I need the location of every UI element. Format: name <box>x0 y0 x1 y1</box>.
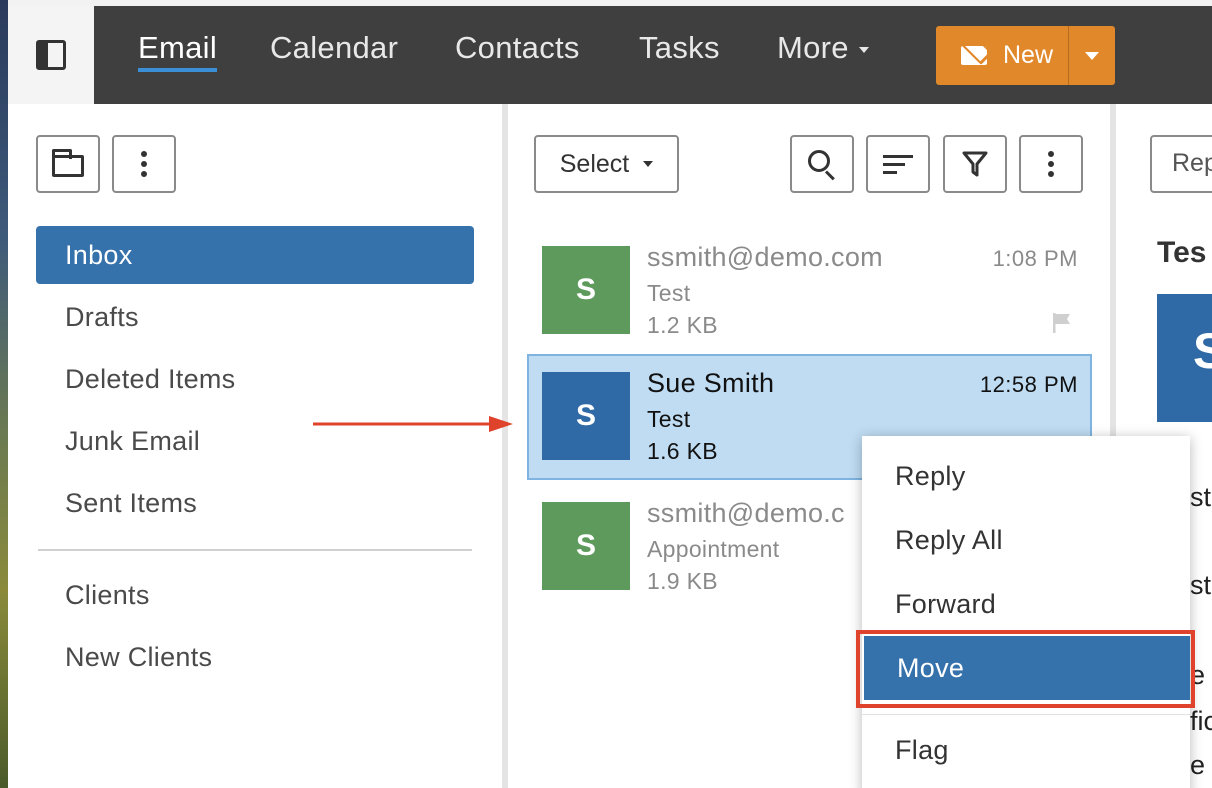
reading-pane-text: st <box>1190 482 1212 512</box>
context-menu-forward[interactable]: Forward <box>862 572 1190 636</box>
filter-button[interactable] <box>943 135 1007 193</box>
search-icon <box>808 150 830 172</box>
envelope-icon <box>961 46 987 65</box>
search-button[interactable] <box>790 135 854 193</box>
sidebar-toggle-icon <box>36 40 66 70</box>
nav-tab-more[interactable]: More <box>777 30 869 66</box>
filter-icon <box>962 150 988 178</box>
message-size: 1.6 KB <box>647 438 718 464</box>
folder-icon <box>52 149 84 177</box>
new-options-dropdown[interactable] <box>1069 51 1115 60</box>
folder-button[interactable] <box>36 135 100 193</box>
folder-drafts[interactable]: Drafts <box>36 288 474 346</box>
nav-tab-tasks[interactable]: Tasks <box>639 30 720 66</box>
flag-icon[interactable] <box>1052 312 1072 334</box>
folder-sent-items[interactable]: Sent Items <box>36 474 474 532</box>
chevron-down-icon <box>1085 51 1099 60</box>
context-menu: Reply Reply All Forward Move Flag <box>862 436 1190 788</box>
sidebar-toggle-button[interactable] <box>8 6 94 104</box>
nav-more-label: More <box>777 30 849 65</box>
context-menu-flag[interactable]: Flag <box>862 718 1190 782</box>
message-from: Sue Smith <box>647 368 775 398</box>
annotation-arrow-icon <box>313 416 513 432</box>
chevron-down-icon <box>858 46 869 53</box>
reading-pane-avatar: S <box>1157 294 1212 422</box>
nav-tab-calendar[interactable]: Calendar <box>270 30 398 66</box>
avatar: S <box>542 502 630 590</box>
more-vertical-icon <box>1048 151 1054 177</box>
annotation-highlight-box <box>856 630 1195 708</box>
avatar: S <box>542 372 630 460</box>
list-more-button[interactable] <box>1019 135 1083 193</box>
message-from: ssmith@demo.c <box>647 498 845 528</box>
reply-button[interactable]: Rep <box>1150 135 1212 193</box>
select-label: Select <box>559 149 630 178</box>
folder-new-clients[interactable]: New Clients <box>36 628 474 686</box>
message-row[interactable]: S ssmith@demo.com Test 1.2 KB 1:08 PM <box>527 228 1092 354</box>
folder-inbox[interactable]: Inbox <box>36 226 474 284</box>
chevron-down-icon <box>643 161 654 167</box>
more-vertical-icon <box>141 151 147 177</box>
folder-divider <box>38 549 472 551</box>
context-menu-reply-all[interactable]: Reply All <box>862 508 1190 572</box>
message-subject: Test <box>647 406 691 432</box>
message-size: 1.9 KB <box>647 568 718 594</box>
message-subject: Appointment <box>647 536 780 562</box>
reading-pane-text: e <box>1190 750 1206 780</box>
message-from: ssmith@demo.com <box>647 242 883 272</box>
context-menu-reply[interactable]: Reply <box>862 444 1190 508</box>
new-button[interactable]: New <box>936 26 1068 85</box>
context-menu-divider <box>862 714 1190 715</box>
folder-deleted-items[interactable]: Deleted Items <box>36 350 474 408</box>
panel-splitter[interactable] <box>502 104 508 788</box>
avatar: S <box>542 246 630 334</box>
nav-tab-email[interactable]: Email <box>138 30 218 72</box>
message-time: 1:08 PM <box>992 246 1078 271</box>
reading-pane-subject: Tes <box>1157 236 1207 269</box>
sort-button[interactable] <box>866 135 930 193</box>
select-dropdown[interactable]: Select <box>534 135 679 193</box>
sort-icon <box>883 154 913 174</box>
folder-more-button[interactable] <box>112 135 176 193</box>
message-size: 1.2 KB <box>647 312 718 338</box>
message-time: 12:58 PM <box>979 372 1078 397</box>
new-button-group: New <box>936 26 1115 85</box>
reading-pane-text: st <box>1190 570 1212 600</box>
new-button-label: New <box>1003 41 1054 69</box>
nav-tab-contacts[interactable]: Contacts <box>455 30 580 66</box>
folder-clients[interactable]: Clients <box>36 566 474 624</box>
message-subject: Test <box>647 280 691 306</box>
reading-pane-text: fic <box>1190 706 1212 736</box>
desktop-background-edge <box>0 0 8 788</box>
